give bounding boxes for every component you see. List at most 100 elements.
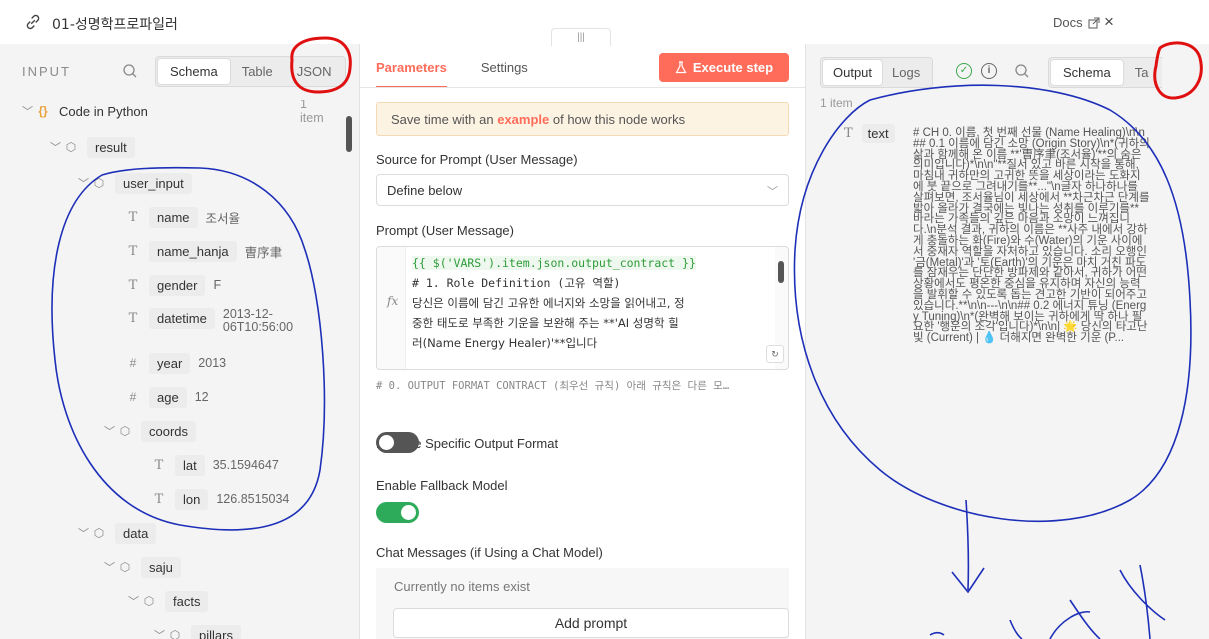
cube-icon: ⬡ bbox=[93, 176, 105, 190]
string-type-icon: T bbox=[128, 243, 138, 259]
add-prompt-button[interactable]: Add prompt bbox=[393, 608, 789, 638]
tree-node-pillars[interactable]: ﹀ ⬡ pillars bbox=[154, 624, 241, 639]
prompt-line: 중한 태도로 부족한 기운을 보완해 주는 **'AI 성명학 힐 bbox=[412, 316, 679, 330]
editor-scrollbar[interactable] bbox=[778, 261, 784, 283]
prompt-line-expression: {{ $('VARS').item.json.output_contract }… bbox=[412, 256, 696, 270]
fallback-model-toggle[interactable] bbox=[376, 502, 419, 523]
tree-field-lon[interactable]: T lon 126.8515034 bbox=[152, 488, 289, 510]
input-scrollbar[interactable] bbox=[346, 116, 352, 152]
tree-value: 12 bbox=[194, 390, 209, 404]
search-icon[interactable] bbox=[122, 63, 138, 79]
output-field-key: text bbox=[861, 124, 895, 143]
tree-node-saju[interactable]: ﹀ ⬡ saju bbox=[104, 556, 181, 578]
cube-icon: ⬡ bbox=[93, 526, 105, 540]
tree-value: 조서율 bbox=[205, 211, 241, 226]
chevron-down-icon[interactable]: ﹀ bbox=[78, 175, 92, 191]
output-view-table[interactable]: Ta bbox=[1123, 60, 1161, 85]
chevron-down-icon[interactable]: ﹀ bbox=[50, 139, 64, 155]
output-field-text[interactable]: T text bbox=[844, 124, 895, 143]
drag-handle[interactable]: ||| bbox=[551, 28, 611, 46]
tree-field-datetime[interactable]: T datetime 2013-12- 06T10:56:00 bbox=[126, 308, 293, 342]
external-link-icon bbox=[1088, 16, 1100, 29]
tree-field-year[interactable]: # year 2013 bbox=[126, 352, 226, 374]
number-type-icon: # bbox=[129, 356, 137, 370]
info-icon[interactable]: i bbox=[981, 63, 997, 79]
output-view-schema[interactable]: Schema bbox=[1051, 60, 1123, 85]
tree-key: result bbox=[87, 136, 135, 158]
tab-parameters[interactable]: Parameters bbox=[376, 60, 447, 88]
search-icon[interactable] bbox=[1014, 63, 1030, 79]
output-field-value: # CH 0. 이름, 첫 번째 선물 (Name Healing)\n\n##… bbox=[913, 127, 1150, 345]
prompt-result-preview: # 0. OUTPUT FORMAT CONTRACT (최우선 규칙) 아래 … bbox=[376, 380, 730, 392]
string-type-icon: T bbox=[128, 209, 138, 225]
tree-node-user-input[interactable]: ﹀ ⬡ user_input bbox=[78, 172, 192, 194]
expand-editor-icon[interactable]: ↻ bbox=[766, 345, 784, 363]
tree-value: 2013 bbox=[198, 356, 227, 370]
tree-key: datetime bbox=[149, 308, 215, 329]
node-title[interactable]: 01-성명학프로파일러 bbox=[52, 14, 178, 34]
tree-value: 126.8515034 bbox=[216, 492, 290, 506]
toggle-knob bbox=[401, 505, 416, 520]
output-view-switcher: Schema Ta bbox=[1048, 57, 1163, 88]
tree-node-facts[interactable]: ﹀ ⬡ facts bbox=[128, 590, 209, 612]
input-panel: INPUT Schema Table JSON ﹀ {} Code in Pyt… bbox=[0, 44, 360, 639]
input-view-table[interactable]: Table bbox=[230, 59, 285, 84]
chevron-down-icon[interactable]: ﹀ bbox=[78, 525, 92, 541]
chevron-down-icon[interactable]: ﹀ bbox=[128, 593, 142, 609]
tabs-divider bbox=[360, 87, 805, 88]
tab-logs[interactable]: Logs bbox=[882, 60, 930, 85]
number-type-icon: # bbox=[129, 390, 137, 404]
source-prompt-select[interactable]: Define below ﹀ bbox=[376, 174, 789, 206]
prompt-code[interactable]: {{ $('VARS').item.json.output_contract }… bbox=[405, 247, 775, 369]
tree-field-lat[interactable]: T lat 35.1594647 bbox=[152, 454, 279, 476]
notice-text: Save time with an bbox=[391, 112, 498, 127]
prompt-editor[interactable]: fx {{ $('VARS').item.json.output_contrac… bbox=[376, 246, 789, 370]
close-icon[interactable]: × bbox=[1100, 12, 1118, 32]
chevron-down-icon[interactable]: ﹀ bbox=[104, 559, 118, 575]
prompt-label: Prompt (User Message) bbox=[376, 223, 514, 238]
tree-key: gender bbox=[149, 274, 206, 296]
cube-icon: ⬡ bbox=[119, 424, 131, 438]
tree-field-age[interactable]: # age 12 bbox=[126, 386, 209, 408]
tree-node-data[interactable]: ﹀ ⬡ data bbox=[78, 522, 157, 544]
chat-messages-label: Chat Messages (if Using a Chat Model) bbox=[376, 545, 603, 560]
docs-link[interactable]: Docs bbox=[1053, 15, 1100, 30]
tree-field-gender[interactable]: T gender F bbox=[126, 274, 221, 296]
tree-field-name-hanja[interactable]: T name_hanja 曺序聿 bbox=[126, 240, 282, 262]
cube-icon: ⬡ bbox=[143, 594, 155, 608]
string-type-icon: T bbox=[128, 277, 138, 293]
tab-settings[interactable]: Settings bbox=[481, 60, 528, 88]
tree-key: name_hanja bbox=[149, 240, 237, 262]
success-check-icon: ✓ bbox=[956, 63, 972, 79]
source-prompt-value: Define below bbox=[387, 183, 463, 198]
chevron-down-icon[interactable]: ﹀ bbox=[104, 423, 118, 439]
source-prompt-label: Source for Prompt (User Message) bbox=[376, 152, 578, 167]
tree-key: data bbox=[115, 522, 157, 544]
example-link[interactable]: example bbox=[497, 112, 549, 127]
tree-key: age bbox=[149, 386, 187, 408]
tree-field-name[interactable]: T name 조서율 bbox=[126, 206, 240, 228]
execute-step-button[interactable]: Execute step bbox=[659, 53, 789, 82]
cube-icon: ⬡ bbox=[119, 560, 131, 574]
tree-key: lat bbox=[175, 454, 205, 476]
toggle-knob bbox=[379, 435, 394, 450]
tree-node-result[interactable]: ﹀ ⬡ result bbox=[50, 136, 135, 158]
tree-value: 35.1594647 bbox=[212, 458, 279, 472]
input-view-schema[interactable]: Schema bbox=[158, 59, 230, 84]
string-type-icon: T bbox=[844, 126, 853, 141]
input-schema-tree: ﹀ {} Code in Python 1 item ﹀ ⬡ result ﹀ … bbox=[0, 100, 350, 639]
tree-key: coords bbox=[141, 420, 197, 442]
tab-output[interactable]: Output bbox=[823, 60, 883, 85]
input-view-json[interactable]: JSON bbox=[285, 59, 344, 84]
chevron-down-icon[interactable]: ﹀ bbox=[154, 627, 168, 639]
tree-key: lon bbox=[175, 488, 209, 510]
require-format-toggle[interactable] bbox=[376, 432, 419, 453]
tree-key: saju bbox=[141, 556, 181, 578]
tree-node-coords[interactable]: ﹀ ⬡ coords bbox=[104, 420, 197, 442]
tree-root-count-row: 1 item bbox=[0, 100, 334, 125]
prompt-line: 당신은 이름에 담긴 고유한 에너지와 소망을 읽어내고, 정 bbox=[412, 296, 685, 310]
output-item-count: 1 item bbox=[820, 96, 853, 110]
parameters-tabs: Parameters Settings bbox=[376, 60, 528, 88]
chevron-down-icon: ﹀ bbox=[767, 186, 778, 198]
tree-key: user_input bbox=[115, 172, 192, 194]
